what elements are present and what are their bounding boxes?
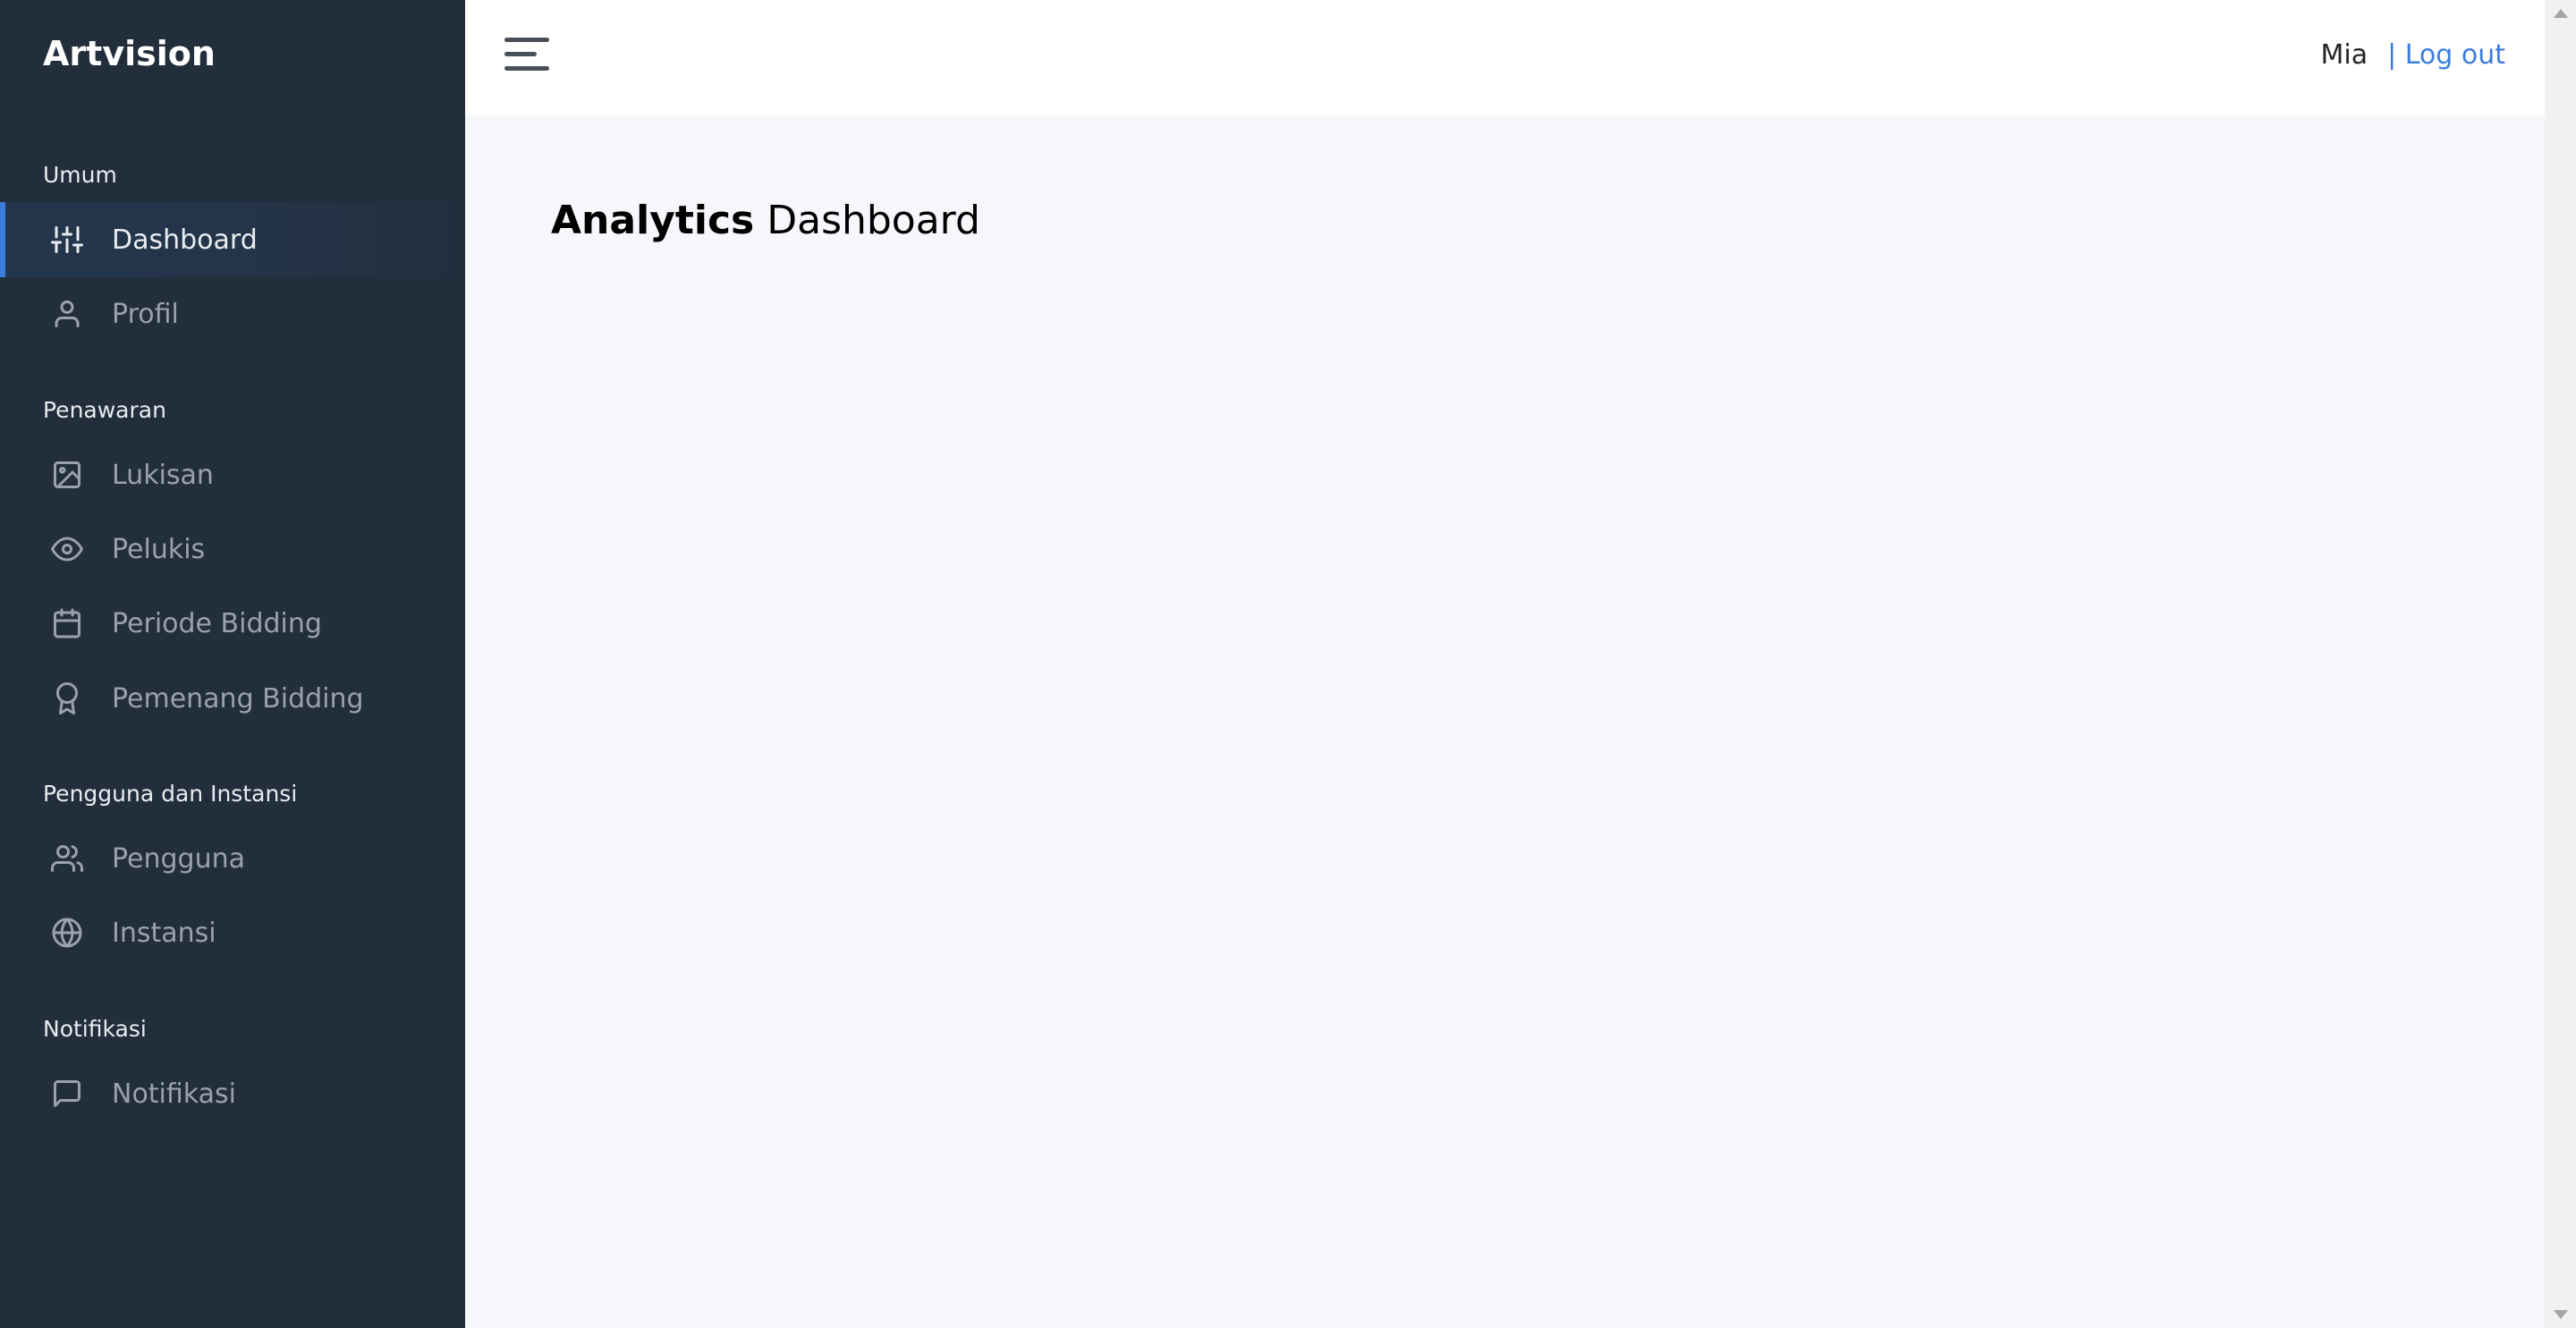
sidebar-item-label: Pelukis <box>112 533 206 565</box>
page-title: Analytics Dashboard <box>551 198 980 243</box>
sidebar-item-lukisan[interactable]: Lukisan <box>0 437 465 512</box>
sidebar-item-dashboard[interactable]: Dashboard <box>0 202 465 277</box>
section-header-pengguna-dan-instansi: Pengguna dan Instansi <box>43 781 298 807</box>
user-icon <box>50 297 84 331</box>
sidebar-item-label: Periode Bidding <box>112 607 322 639</box>
section-header-umum: Umum <box>43 162 117 188</box>
calendar-icon <box>50 606 84 640</box>
user-area: Mia | Log out <box>2320 39 2505 71</box>
sidebar-item-label: Profil <box>112 298 179 330</box>
sidebar-item-profil[interactable]: Profil <box>0 276 465 351</box>
award-icon <box>50 681 84 715</box>
message-square-icon <box>50 1077 84 1111</box>
page-title-rest: Dashboard <box>767 198 980 243</box>
sidebar-item-instansi[interactable]: Instansi <box>0 895 465 970</box>
sidebar-item-periode-bidding[interactable]: Periode Bidding <box>0 586 465 661</box>
sidebar-item-pelukis[interactable]: Pelukis <box>0 512 465 587</box>
sidebar-item-pengguna[interactable]: Pengguna <box>0 821 465 896</box>
topbar: Mia | Log out <box>465 0 2545 115</box>
sidebar-item-label: Pengguna <box>112 842 245 875</box>
image-icon <box>50 458 84 492</box>
scroll-up-arrow-icon[interactable] <box>2554 9 2568 18</box>
users-icon <box>50 842 84 875</box>
sidebar-item-label: Pemenang Bidding <box>112 682 364 715</box>
vertical-scrollbar[interactable] <box>2545 0 2576 1328</box>
globe-icon <box>50 916 84 950</box>
brand-logo[interactable]: Artvision <box>43 34 216 73</box>
section-header-penawaran: Penawaran <box>43 397 166 423</box>
main-content: Analytics Dashboard <box>465 115 2545 1328</box>
page-title-bold: Analytics <box>551 198 755 243</box>
sidebar-item-pemenang-bidding[interactable]: Pemenang Bidding <box>0 661 465 736</box>
section-header-notifikasi: Notifikasi <box>43 1016 147 1042</box>
sidebar-item-label: Notifikasi <box>112 1078 236 1110</box>
eye-icon <box>50 532 84 566</box>
sidebar-item-notifikasi[interactable]: Notifikasi <box>0 1056 465 1131</box>
sliders-icon <box>50 223 84 257</box>
sidebar-item-label: Instansi <box>112 917 216 949</box>
hamburger-icon[interactable] <box>504 38 549 77</box>
sidebar-item-label: Lukisan <box>112 459 214 491</box>
sidebar: Artvision Umum Dashboard Profil Penawara… <box>0 0 465 1328</box>
scroll-down-arrow-icon[interactable] <box>2554 1310 2568 1319</box>
app-root: Artvision Umum Dashboard Profil Penawara… <box>0 0 2576 1328</box>
logout-link[interactable]: | Log out <box>2387 39 2505 71</box>
sidebar-item-label: Dashboard <box>112 224 258 256</box>
user-name[interactable]: Mia <box>2320 39 2368 71</box>
